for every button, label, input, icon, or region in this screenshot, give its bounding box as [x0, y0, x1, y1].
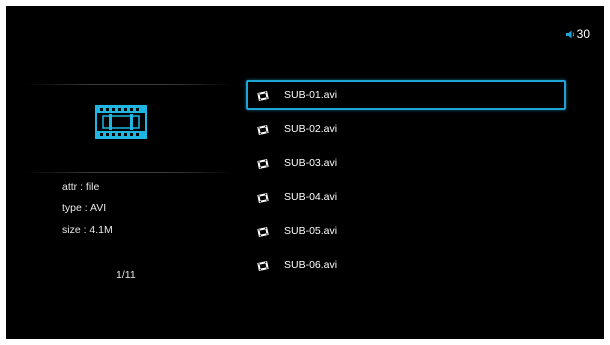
file-name: SUB-06.avi — [284, 259, 338, 271]
file-type-text: type : AVI — [62, 202, 107, 214]
film-reel-icon — [257, 191, 269, 203]
file-name: SUB-04.avi — [284, 191, 338, 203]
film-reel-icon — [257, 157, 269, 169]
file-item[interactable]: SUB-04.avi — [246, 182, 566, 212]
file-name: SUB-02.avi — [284, 123, 338, 135]
volume-indicator: 30 — [565, 27, 590, 41]
file-name: SUB-05.avi — [284, 225, 338, 237]
page-indicator: 1/11 — [116, 269, 136, 281]
film-strip-icon — [95, 105, 147, 139]
file-size-text: size : 4.1M — [62, 224, 113, 236]
volume-level: 30 — [576, 27, 590, 41]
film-reel-icon — [257, 225, 269, 237]
file-item[interactable]: SUB-03.avi — [246, 148, 566, 178]
film-reel-icon — [257, 89, 269, 101]
info-panel-divider-bottom — [26, 172, 234, 173]
info-panel-divider-top — [26, 84, 234, 85]
film-reel-icon — [257, 259, 269, 271]
speaker-icon — [565, 29, 576, 40]
media-player-screen: 30 attr: file type: AVI size: 4.1M 1/… — [6, 6, 604, 339]
file-name: SUB-01.avi — [284, 89, 338, 101]
file-item[interactable]: SUB-02.avi — [246, 114, 566, 144]
file-item[interactable]: SUB-06.avi — [246, 250, 566, 280]
file-name: SUB-03.avi — [284, 157, 338, 169]
file-attr-text: attr : file — [62, 181, 100, 193]
file-item[interactable]: SUB-05.avi — [246, 216, 566, 246]
film-reel-icon — [257, 123, 269, 135]
file-item[interactable]: SUB-01.avi — [246, 80, 566, 110]
file-list: SUB-01.avi SUB-02.avi SUB-03.avi SUB-04.… — [246, 80, 566, 284]
